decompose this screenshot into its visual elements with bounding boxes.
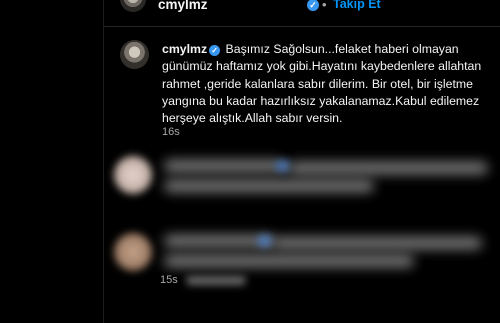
avatar[interactable] (120, 40, 149, 69)
caption-username[interactable]: cmylmz (162, 42, 207, 56)
blurred-comment-text (164, 255, 414, 267)
post-header: cmylmz ✓ • Takip Et (104, 0, 500, 27)
blurred-comment-text (272, 237, 482, 249)
follow-button[interactable]: Takip Et (333, 0, 381, 11)
comment-item (104, 150, 500, 206)
post-detail-panel: cmylmz ✓ • Takip Et cmylmz ✓ Başımız Sağo… (0, 0, 500, 323)
blurred-comment-text (164, 180, 374, 192)
separator-dot: • (322, 0, 327, 12)
avatar[interactable] (114, 233, 152, 271)
caption-comment: cmylmz ✓ Başımız Sağolsun...felaket haber… (104, 36, 500, 146)
blurred-username (164, 160, 284, 172)
verified-badge-icon: ✓ (307, 0, 319, 11)
post-author-username[interactable]: cmylmz (158, 0, 208, 12)
avatar[interactable] (120, 0, 146, 12)
avatar[interactable] (114, 156, 152, 194)
comment-item: 15s (104, 227, 500, 286)
caption-text: cmylmz ✓ Başımız Sağolsun...felaket haber… (162, 41, 500, 127)
comment-timestamp[interactable]: 15s (160, 274, 178, 286)
caption-timestamp[interactable]: 16s (162, 126, 180, 138)
blurred-verified-icon (258, 235, 272, 247)
blurred-comment-meta (186, 276, 246, 285)
blurred-comment-text (288, 162, 488, 174)
verified-badge-icon: ✓ (209, 45, 221, 56)
